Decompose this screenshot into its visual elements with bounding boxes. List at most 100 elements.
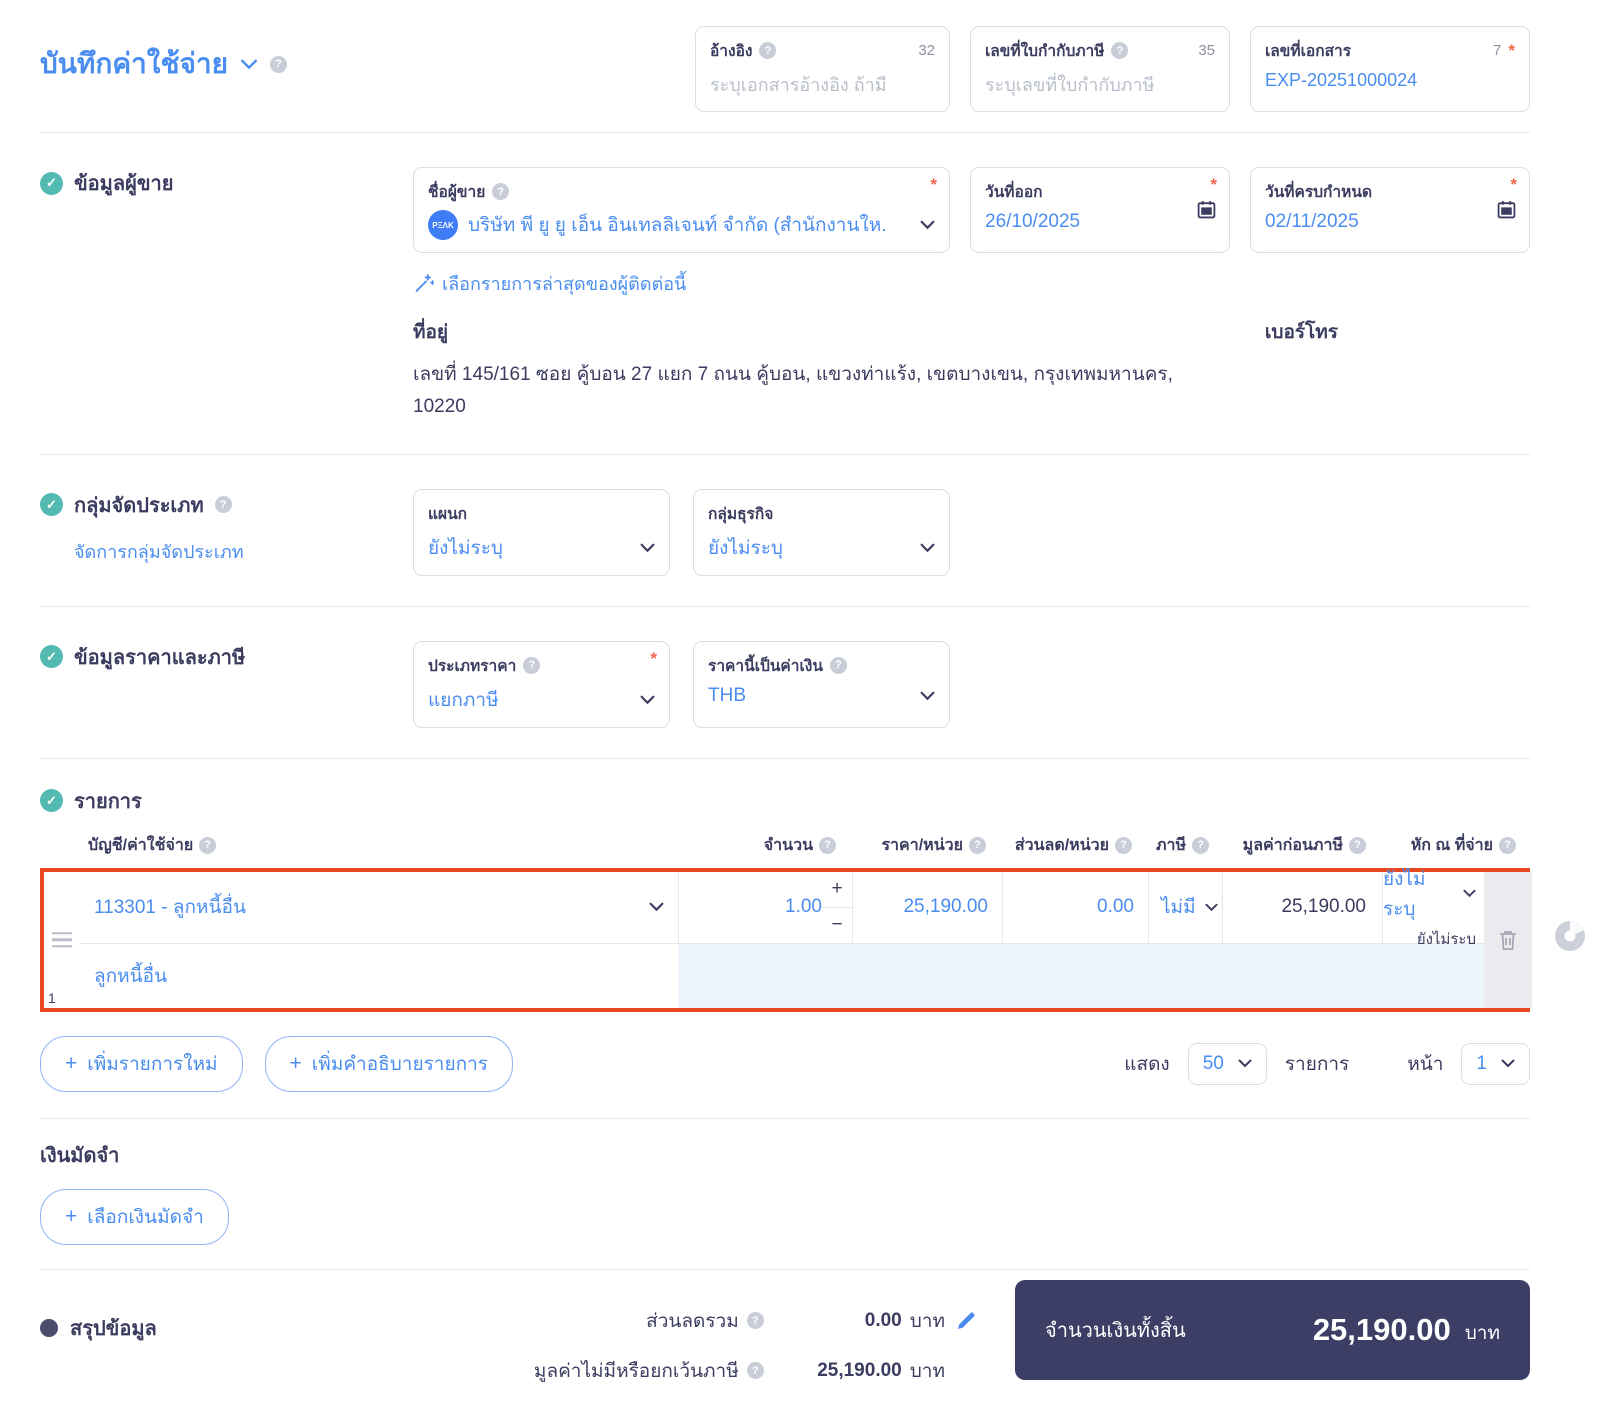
price-type-help-icon[interactable]: ? <box>523 656 541 674</box>
currency-value[interactable]: THB <box>708 685 746 707</box>
discount-help-icon[interactable]: ? <box>1115 836 1132 854</box>
seller-check-icon: ✓ <box>40 171 63 195</box>
currency-help-icon[interactable]: ? <box>829 656 847 674</box>
divider <box>40 1268 1530 1270</box>
tax-help-icon[interactable]: ? <box>1192 836 1210 854</box>
issue-date-value[interactable]: 26/10/2025 <box>985 211 1215 233</box>
total-discount-value: 0.00 <box>864 1309 902 1331</box>
trash-icon[interactable] <box>1498 929 1518 951</box>
quantity-decrease-button[interactable]: − <box>822 908 852 943</box>
header-fields: อ้างอิง ? 32 ระบุเอกสารอ้างอิง ถ้ามี เลข… <box>695 26 1530 112</box>
quantity-stepper[interactable]: + − <box>822 872 852 943</box>
exempt-amount-help-icon[interactable]: ? <box>746 1362 764 1380</box>
summary-section: สรุปข้อมูล ส่วนลดรวม ? 0.00 บาท มูลค่าไม… <box>40 1279 1530 1406</box>
account-select[interactable]: 113301 - ลูกหนี้อื่น <box>80 872 678 944</box>
total-discount-help-icon[interactable]: ? <box>746 1312 764 1330</box>
tax-chevron-down-icon[interactable] <box>1205 903 1218 912</box>
select-deposit-button[interactable]: + เลือกเงินมัดจำ <box>40 1188 229 1245</box>
tax-select[interactable]: ไม่มี <box>1148 871 1222 944</box>
calendar-icon[interactable] <box>1197 200 1216 224</box>
price-type-select[interactable]: * ประเภทราคา ? แยกภาษี <box>413 640 670 728</box>
reference-input[interactable]: ระบุเอกสารอ้างอิง ถ้ามี <box>710 70 935 99</box>
withholding-help-icon[interactable]: ? <box>1499 836 1516 854</box>
item-row-highlighted: 1 113301 - ลูกหนี้อื่น 1.00 + − 25,190.0… <box>40 867 1532 1012</box>
page-size-select[interactable]: 50 <box>1187 1042 1267 1085</box>
manage-classification-link[interactable]: จัดการกลุ่มจัดประเภท <box>74 537 413 566</box>
divider <box>40 1117 1530 1119</box>
reference-help-icon[interactable]: ? <box>759 42 777 59</box>
unit-price-help-icon[interactable]: ? <box>969 836 986 854</box>
quantity-increase-button[interactable]: + <box>822 872 852 908</box>
recent-items-link[interactable]: เลือกรายการล่าสุดของผู้ติดต่อนี้ <box>413 269 686 298</box>
add-description-button[interactable]: + เพิ่มคำอธิบายรายการ <box>264 1035 513 1092</box>
department-label: แผนก <box>428 505 468 523</box>
required-asterisk: * <box>650 648 657 668</box>
page-title-wrap: บันทึกค่าใช้จ่าย ? <box>40 42 287 86</box>
seller-name-label: ชื่อผู้ขาย <box>428 184 486 201</box>
total-discount-label: ส่วนลดรวม <box>646 1310 739 1332</box>
quantity-help-icon[interactable]: ? <box>819 836 836 854</box>
currency-chevron-down-icon[interactable] <box>920 691 935 701</box>
department-chevron-down-icon[interactable] <box>640 543 655 553</box>
price-type-value[interactable]: แยกภาษี <box>428 685 499 715</box>
pre-tax-help-icon[interactable]: ? <box>1349 836 1366 854</box>
delete-row-button[interactable] <box>1484 871 1532 1008</box>
row-drag-handle[interactable]: 1 <box>44 872 80 1008</box>
reference-field[interactable]: อ้างอิง ? 32 ระบุเอกสารอ้างอิง ถ้ามี <box>695 26 950 112</box>
business-group-value[interactable]: ยังไม่ระบุ <box>708 533 783 563</box>
department-value[interactable]: ยังไม่ระบุ <box>428 533 503 563</box>
due-date-value[interactable]: 02/11/2025 <box>1265 211 1515 233</box>
document-no-value[interactable]: EXP-20251000024 <box>1265 70 1515 91</box>
due-date-field[interactable]: * วันที่ครบกำหนด 02/11/2025 <box>1250 167 1530 253</box>
business-group-chevron-down-icon[interactable] <box>920 543 935 553</box>
exempt-amount-label: มูลค่าไม่มีหรือยกเว้นภาษี <box>533 1360 739 1382</box>
unit-price-input[interactable]: 25,190.00 <box>852 871 1002 944</box>
calendar-icon[interactable] <box>1497 200 1516 224</box>
seller-name-help-icon[interactable]: ? <box>492 183 510 200</box>
seller-section-title: ข้อมูลผู้ขาย <box>74 173 174 195</box>
exempt-amount-value: 25,190.00 <box>817 1359 902 1381</box>
page-title: บันทึกค่าใช้จ่าย <box>40 48 228 79</box>
tax-invoice-no-label: เลขที่ใบกำกับภาษี <box>985 43 1105 60</box>
tax-invoice-no-field[interactable]: เลขที่ใบกำกับภาษี ? 35 ระบุเลขที่ใบกำกับ… <box>970 26 1230 112</box>
quantity-input[interactable]: 1.00 + − <box>678 871 852 944</box>
seller-section: ✓ ข้อมูลผู้ขาย * ชื่อผู้ขาย ? PΞΛK บริษั… <box>40 153 1530 434</box>
add-item-button[interactable]: + เพิ่มรายการใหม่ <box>40 1035 243 1092</box>
page-size-chevron-down-icon[interactable] <box>1238 1059 1252 1068</box>
account-chevron-down-icon[interactable] <box>649 902 664 912</box>
description-row-fill <box>678 943 1484 1008</box>
title-chevron-down-icon[interactable] <box>240 59 258 70</box>
seller-name-value[interactable]: บริษัท พี ยู ยู เอ็น อินเทลลิเจนท์ จำกัด… <box>468 210 888 240</box>
phone-label: เบอร์โทร <box>1264 322 1338 343</box>
column-tax: ภาษี <box>1156 836 1187 854</box>
document-no-field[interactable]: เลขที่เอกสาร 7 * EXP-20251000024 <box>1250 26 1530 112</box>
seller-name-chevron-down-icon[interactable] <box>920 220 935 230</box>
item-description-input[interactable]: ลูกหนี้อื่น <box>80 944 678 1008</box>
plus-icon: + <box>65 1051 78 1075</box>
issue-date-label: วันที่ออก <box>985 184 1043 201</box>
drag-handle-icon[interactable] <box>52 928 72 952</box>
price-type-chevron-down-icon[interactable] <box>640 695 655 705</box>
pie-chart-widget-icon[interactable] <box>1554 920 1586 957</box>
classification-help-icon[interactable]: ? <box>214 496 232 514</box>
items-table-header: บัญชี/ค่าใช้จ่าย ? จำนวน ? ราคา/หน่วย ? … <box>40 833 1530 868</box>
seller-name-select[interactable]: * ชื่อผู้ขาย ? PΞΛK บริษัท พี ยู ยู เอ็น… <box>413 167 950 253</box>
page-select[interactable]: 1 <box>1461 1042 1530 1085</box>
currency-label: ราคานี้เป็นค่าเงิน <box>708 657 823 675</box>
tax-invoice-no-input[interactable]: ระบุเลขที่ใบกำกับภาษี <box>985 70 1215 99</box>
business-group-select[interactable]: กลุ่มธุรกิจ ยังไม่ระบุ <box>693 488 950 576</box>
discount-input[interactable]: 0.00 <box>1002 871 1148 944</box>
plus-icon: + <box>65 1204 78 1228</box>
currency-select[interactable]: ราคานี้เป็นค่าเงิน ? THB <box>693 640 950 728</box>
edit-discount-pencil-icon[interactable] <box>956 1311 976 1331</box>
department-select[interactable]: แผนก ยังไม่ระบุ <box>413 488 670 576</box>
document-no-char-count: 7 <box>1493 42 1502 59</box>
withholding-select[interactable]: ยังไม่ระบุ ยังไม่ระบุ <box>1382 869 1484 948</box>
issue-date-field[interactable]: * วันที่ออก 26/10/2025 <box>970 167 1230 253</box>
tax-invoice-no-help-icon[interactable]: ? <box>1111 42 1129 59</box>
page-size-label: แสดง <box>1124 1053 1170 1075</box>
account-help-icon[interactable]: ? <box>199 836 217 854</box>
title-help-icon[interactable]: ? <box>270 55 287 73</box>
page-chevron-down-icon[interactable] <box>1501 1059 1515 1068</box>
withholding-chevron-down-icon[interactable] <box>1463 889 1476 898</box>
